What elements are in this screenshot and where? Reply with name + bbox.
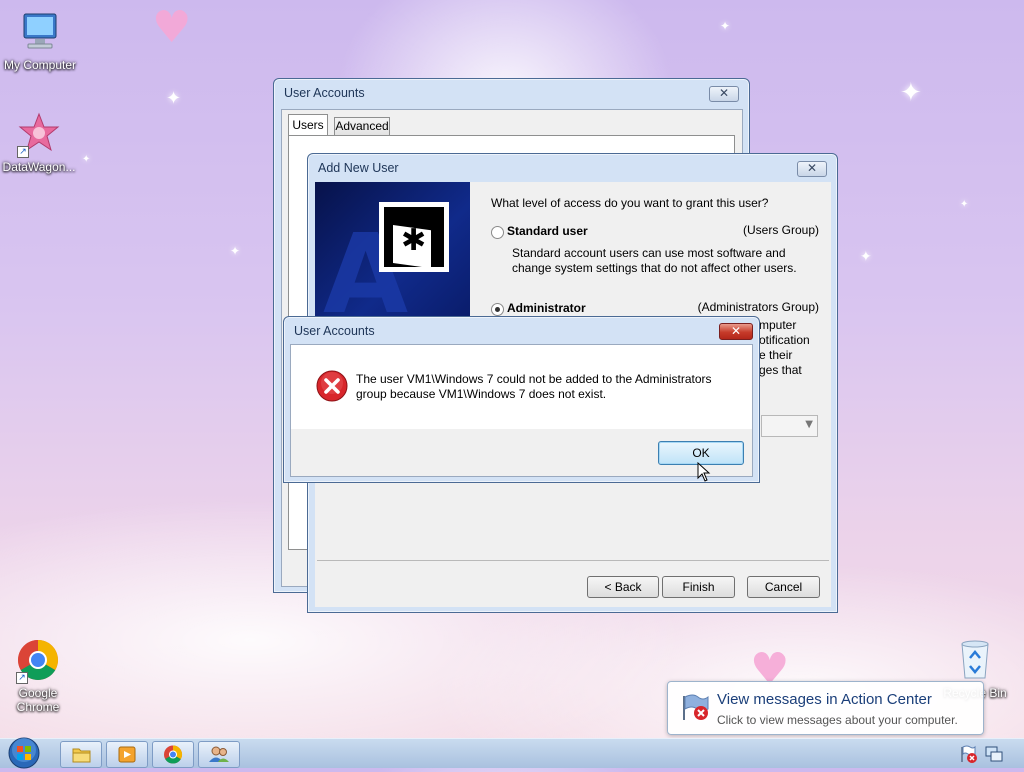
error-message: The user VM1\Windows 7 could not be adde… (356, 372, 712, 401)
wizard-separator (317, 560, 829, 561)
standard-user-label[interactable]: Standard user (507, 224, 588, 238)
action-center-tray-icon[interactable] (958, 744, 978, 764)
administrator-radio[interactable] (491, 303, 504, 316)
window-title: Add New User (318, 161, 399, 175)
administrator-description-partial: mputer otification e their ges that (759, 318, 810, 378)
standard-user-radio[interactable] (491, 226, 504, 239)
taskbar-chrome-button[interactable] (152, 741, 194, 768)
computer-icon (18, 10, 62, 54)
access-question: What level of access do you want to gran… (491, 196, 769, 210)
close-icon: ✕ (718, 86, 730, 100)
cancel-button[interactable]: Cancel (747, 576, 820, 598)
administrator-label[interactable]: Administrator (507, 301, 586, 315)
taskbar-explorer-button[interactable] (60, 741, 102, 768)
wizard-banner: A ✱ (315, 182, 470, 322)
standard-user-description: Standard account users can use most soft… (512, 246, 797, 275)
back-button[interactable]: < Back (587, 576, 659, 598)
taskbar-media-player-button[interactable] (106, 741, 148, 768)
network-tray-icon[interactable] (984, 744, 1004, 764)
error-dialog: User Accounts ✕ The user VM1\Windows 7 c… (283, 316, 760, 483)
close-button[interactable]: ✕ (709, 86, 739, 102)
action-center-notification[interactable]: View messages in Action Center Click to … (667, 681, 984, 735)
desktop-icon-google-chrome[interactable]: ↗ Google Chrome (0, 638, 78, 714)
chrome-icon (164, 745, 183, 764)
window-title: User Accounts (284, 86, 365, 100)
description-line: otification (759, 333, 810, 347)
description-line: ges that (759, 363, 802, 377)
wizard-banner-art: A ✱ (323, 202, 449, 322)
finish-button[interactable]: Finish (662, 576, 735, 598)
tab-users[interactable]: Users (288, 114, 328, 137)
taskbar (0, 735, 1024, 769)
group-dropdown[interactable]: ▼ (761, 415, 818, 437)
chevron-down-icon: ▼ (805, 419, 813, 430)
desktop-icon-label: DataWagon... (2, 160, 76, 174)
heart-decoration: ♥ (152, 2, 192, 53)
recycle-bin-icon (953, 638, 997, 682)
datawagon-icon: ↗ (17, 112, 61, 158)
tab-label: Users (292, 118, 324, 132)
notification-title: View messages in Action Center (717, 691, 932, 708)
dialog-client-area: The user VM1\Windows 7 could not be adde… (290, 344, 753, 477)
svg-text:✱: ✱ (401, 223, 426, 258)
folder-icon (72, 748, 91, 763)
administrator-group: (Administrators Group) (697, 300, 819, 314)
desktop-icon-datawagon[interactable]: ↗ DataWagon... (0, 112, 79, 174)
tab-label: Advanced (335, 119, 389, 133)
desktop-icon-label: My Computer (3, 58, 77, 72)
shortcut-arrow-icon: ↗ (16, 672, 28, 684)
taskbar-user-accounts-button[interactable] (198, 741, 240, 768)
close-icon: ✕ (730, 324, 742, 338)
close-button[interactable]: ✕ (797, 161, 827, 177)
users-icon (209, 746, 229, 762)
message-area: The user VM1\Windows 7 could not be adde… (291, 345, 752, 429)
media-player-icon (118, 746, 136, 763)
start-button[interactable] (4, 735, 44, 769)
description-line: mputer (759, 318, 797, 332)
chrome-icon: ↗ (16, 638, 60, 684)
windows-logo-icon (8, 737, 40, 769)
notification-subtitle: Click to view messages about your comput… (717, 713, 958, 727)
desktop-icon-my-computer[interactable]: My Computer (0, 10, 80, 72)
shortcut-arrow-icon: ↗ (17, 146, 29, 158)
dialog-title: User Accounts (294, 324, 375, 338)
mouse-cursor (697, 461, 711, 485)
tab-advanced[interactable]: Advanced (334, 117, 390, 136)
flag-icon (680, 692, 710, 725)
close-icon: ✕ (806, 161, 818, 175)
close-button[interactable]: ✕ (719, 323, 753, 340)
desktop-icon-label: Google Chrome (16, 686, 60, 714)
error-icon (316, 370, 348, 405)
standard-user-group: (Users Group) (742, 223, 819, 237)
description-line: e their (759, 348, 793, 362)
